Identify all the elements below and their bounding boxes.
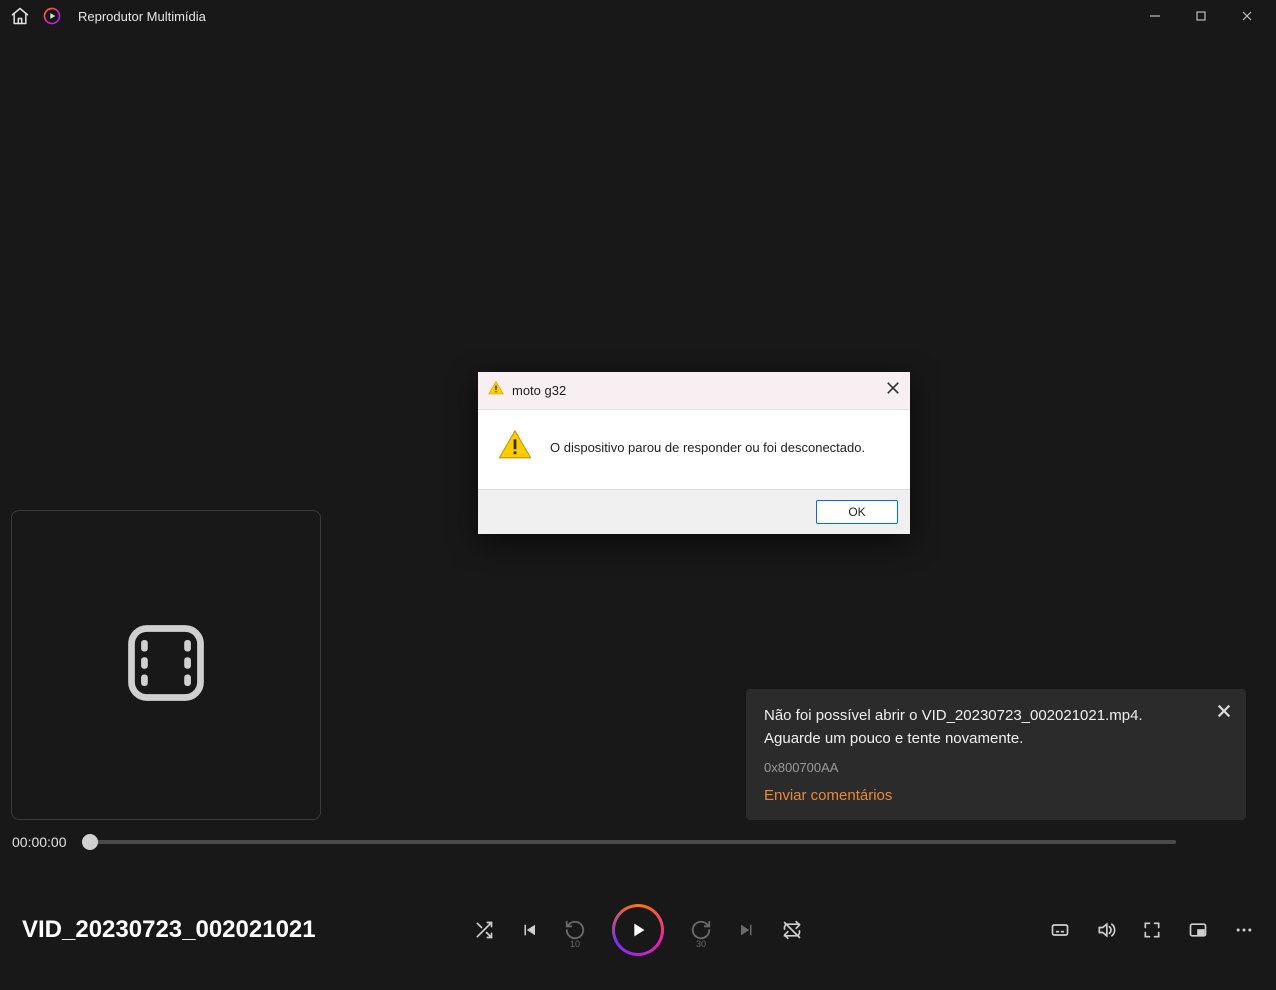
ok-button[interactable]: OK — [816, 500, 898, 524]
app-logo-icon — [42, 6, 62, 26]
right-controls — [1050, 920, 1254, 940]
subtitles-button[interactable] — [1050, 920, 1070, 940]
seek-thumb[interactable] — [82, 834, 98, 850]
more-button[interactable] — [1234, 920, 1254, 940]
dialog-footer: OK — [478, 489, 910, 534]
toast-error-code: 0x800700AA — [764, 760, 1198, 775]
volume-button[interactable] — [1096, 920, 1116, 940]
toast-message-line1: Não foi possível abrir o VID_20230723_00… — [764, 705, 1198, 728]
dialog-close-button[interactable] — [886, 381, 900, 400]
toast-message-line2: Aguarde um pouco e tente novamente. — [764, 728, 1198, 751]
media-thumbnail — [11, 510, 321, 820]
home-icon[interactable] — [10, 6, 30, 26]
previous-button[interactable] — [520, 921, 538, 939]
titlebar: Reprodutor Multimídia — [0, 0, 1276, 32]
dialog-titlebar: moto g32 — [478, 372, 910, 410]
forward-button[interactable]: 30 — [690, 919, 712, 941]
maximize-button[interactable] — [1178, 0, 1224, 32]
current-time-label: 00:00:00 — [12, 834, 72, 850]
window-controls — [1132, 0, 1270, 32]
play-icon — [615, 907, 661, 953]
minimize-button[interactable] — [1132, 0, 1178, 32]
dialog-body: O dispositivo parou de responder ou foi … — [478, 410, 910, 489]
repeat-button[interactable] — [782, 920, 802, 940]
next-button[interactable] — [738, 921, 756, 939]
mini-player-button[interactable] — [1188, 920, 1208, 940]
center-controls: 10 30 — [474, 904, 802, 956]
dialog-message: O dispositivo parou de responder ou foi … — [550, 440, 865, 455]
toast-close-button[interactable] — [1216, 703, 1232, 724]
error-dialog: moto g32 O dispositivo parou de responde… — [478, 372, 910, 534]
film-icon — [120, 617, 212, 714]
error-toast: Não foi possível abrir o VID_20230723_00… — [746, 689, 1246, 820]
seek-slider[interactable] — [90, 840, 1176, 844]
fullscreen-button[interactable] — [1142, 920, 1162, 940]
forward-seconds-label: 30 — [696, 939, 706, 949]
rewind-button[interactable]: 10 — [564, 919, 586, 941]
titlebar-left: Reprodutor Multimídia — [10, 6, 206, 26]
play-button[interactable] — [612, 904, 664, 956]
warning-icon — [488, 380, 504, 401]
controls-bar: VID_20230723_002021021 10 30 — [0, 870, 1276, 990]
shuffle-button[interactable] — [474, 920, 494, 940]
progress-row: 00:00:00 — [12, 834, 1176, 850]
send-feedback-link[interactable]: Enviar comentários — [764, 787, 1198, 804]
app-title: Reprodutor Multimídia — [78, 9, 206, 24]
dialog-title: moto g32 — [512, 383, 566, 398]
rewind-seconds-label: 10 — [570, 939, 580, 949]
media-title: VID_20230723_002021021 — [22, 916, 316, 944]
warning-icon — [498, 428, 532, 467]
close-button[interactable] — [1224, 0, 1270, 32]
